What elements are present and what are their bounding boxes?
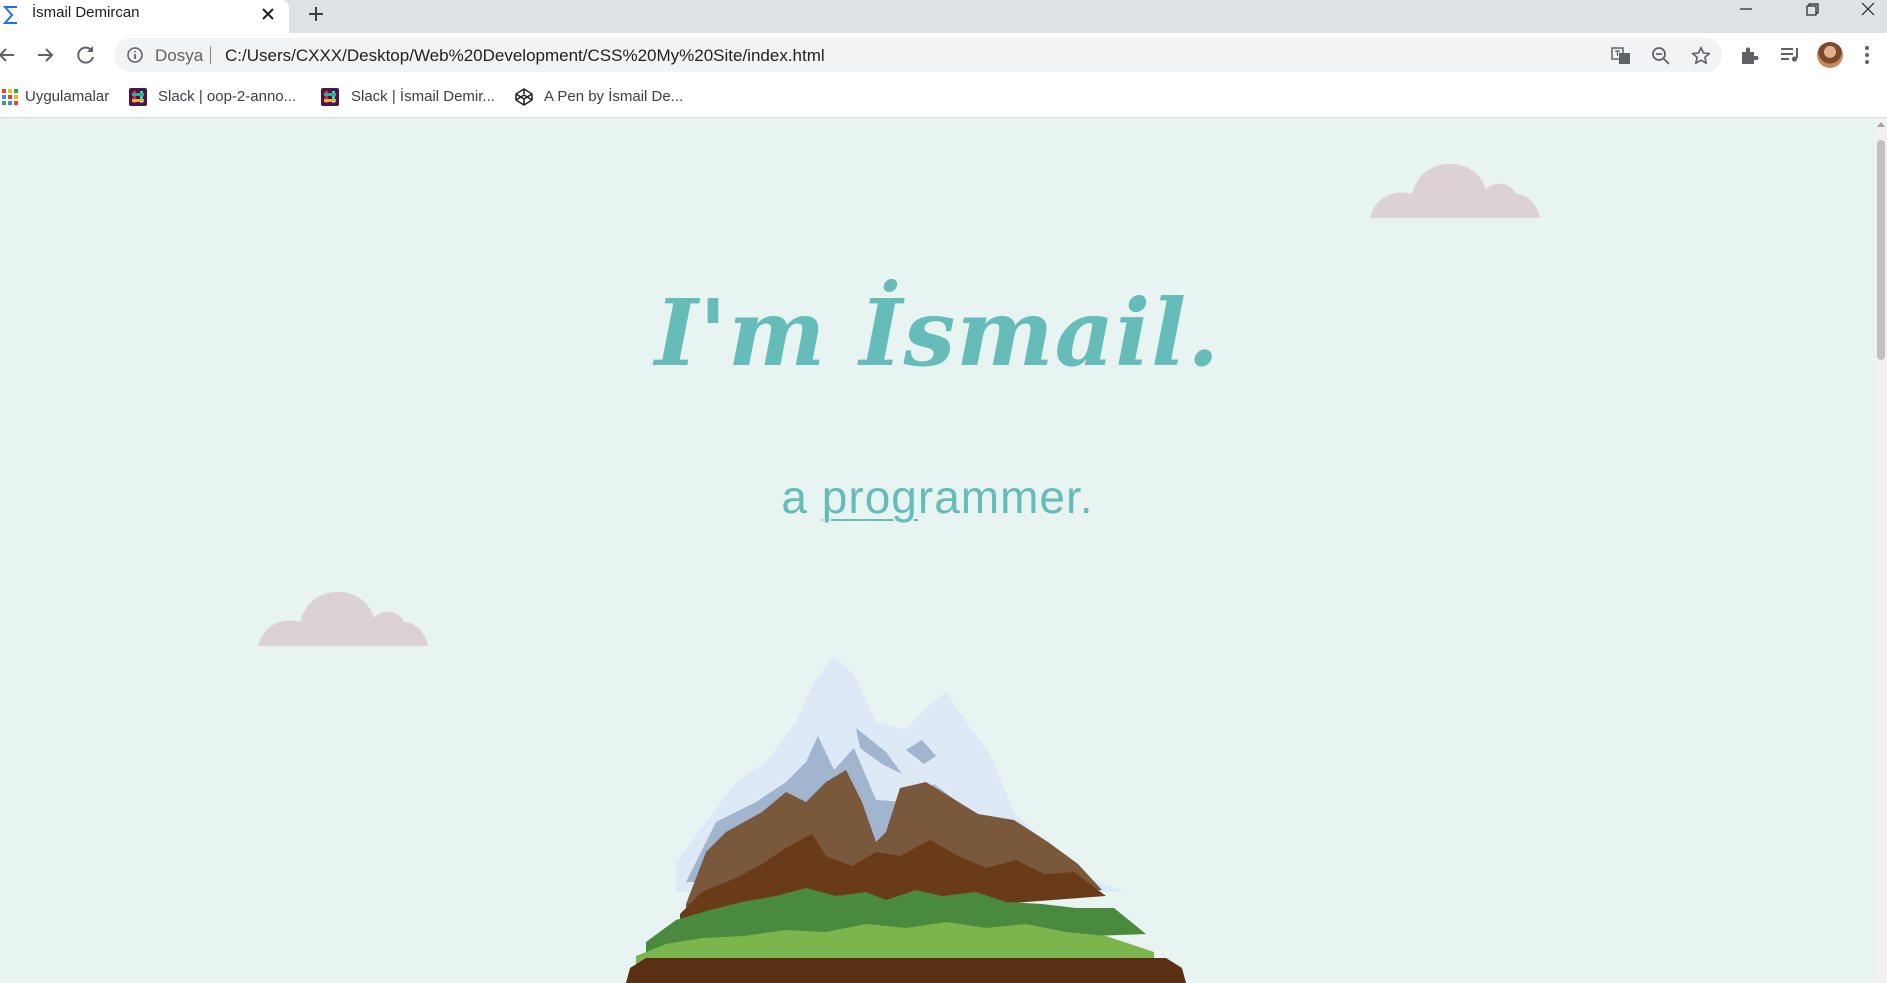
scroll-thumb[interactable] (1877, 140, 1885, 360)
slack-icon (129, 88, 147, 106)
address-separator (210, 46, 211, 64)
translate-icon[interactable] (1610, 45, 1632, 67)
reload-icon[interactable] (73, 42, 99, 68)
bookmark-slack-oop[interactable]: Slack | oop-2-anno... (129, 86, 299, 108)
new-tab-plus-icon[interactable] (304, 2, 328, 26)
tab-title: İsmail Demircan (32, 4, 140, 21)
site-info-icon[interactable] (126, 46, 144, 64)
bookmark-label: Uygulamalar (25, 88, 110, 105)
browser-toolbar: Dosya C:/Users/CXXX/Desktop/Web%20Develo… (0, 33, 1887, 77)
vertical-scrollbar[interactable] (1875, 118, 1887, 983)
codepen-icon (515, 88, 533, 106)
more-menu-icon[interactable] (1860, 43, 1874, 67)
bookmark-apps[interactable]: Uygulamalar (2, 86, 110, 108)
url-text[interactable]: C:/Users/CXXX/Desktop/Web%20Development/… (225, 46, 825, 65)
profile-avatar[interactable] (1817, 42, 1843, 68)
forward-arrow-icon[interactable] (32, 42, 58, 68)
subtitle-suffix: rammer. (917, 471, 1094, 523)
bookmark-label: Slack | oop-2-anno... (158, 88, 297, 105)
back-arrow-icon[interactable] (0, 42, 20, 68)
cloud-left (258, 592, 428, 646)
close-tab-icon[interactable] (258, 4, 278, 24)
restore-window-icon[interactable] (1792, 0, 1832, 22)
page-subtitle: a programmer. (0, 470, 1875, 524)
page-viewport: I'm İsmail. a programmer. (0, 118, 1875, 983)
mountain-illustration (626, 656, 1186, 983)
cloud-top-right (1370, 164, 1540, 218)
zoom-out-icon[interactable] (1650, 45, 1672, 67)
security-label: Dosya (155, 46, 204, 65)
close-window-icon[interactable] (1849, 0, 1887, 22)
minimize-window-icon[interactable] (1726, 0, 1766, 22)
sigma-favicon-icon (2, 6, 17, 24)
subtitle-prefix: a (781, 471, 822, 523)
bookmarks-bar: Uygulamalar Slack | oop-2-anno... Slack … (0, 77, 1887, 118)
page-headline: I'm İsmail. (654, 279, 1221, 387)
tab-strip: İsmail Demircan (0, 0, 1887, 33)
bookmark-star-icon[interactable] (1690, 45, 1712, 67)
slack-icon (321, 88, 339, 106)
bookmark-label: Slack | İsmail Demir... (351, 88, 495, 105)
reading-list-icon[interactable] (1778, 43, 1802, 67)
bookmark-slack-ismail[interactable]: Slack | İsmail Demir... (321, 86, 495, 108)
apps-grid-icon (2, 89, 18, 105)
programmer-link[interactable]: prog (822, 471, 918, 523)
scroll-up-arrow-icon[interactable] (1876, 120, 1886, 128)
browser-tab[interactable]: İsmail Demircan (0, 0, 289, 33)
address-bar[interactable]: Dosya C:/Users/CXXX/Desktop/Web%20Develo… (114, 38, 1722, 72)
extensions-puzzle-icon[interactable] (1738, 43, 1762, 67)
bookmark-codepen[interactable]: A Pen by İsmail De... (515, 86, 683, 108)
bookmark-label: A Pen by İsmail De... (544, 88, 684, 105)
